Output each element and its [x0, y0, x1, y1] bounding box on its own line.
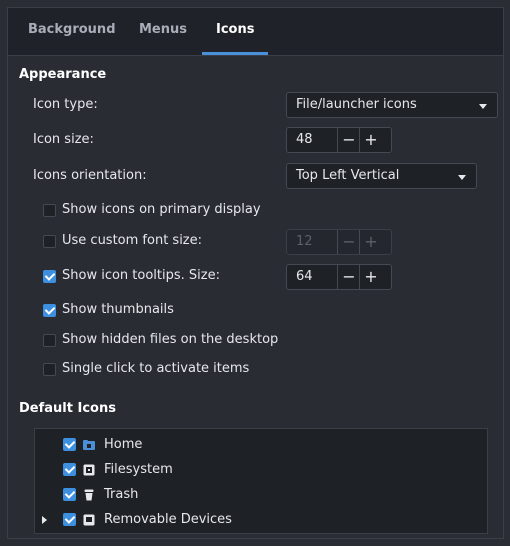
- checkbox-box[interactable]: [43, 334, 56, 347]
- icon-size-increment-button[interactable]: +: [359, 128, 382, 152]
- checkbox-box[interactable]: [43, 363, 56, 376]
- checkbox-box[interactable]: [63, 488, 76, 501]
- list-item-label: Trash: [104, 487, 139, 502]
- checkbox-box[interactable]: [63, 438, 76, 451]
- tab-background[interactable]: Background: [28, 22, 116, 37]
- tab-bar: Background Menus Icons: [8, 8, 503, 56]
- folder-home-icon: [83, 440, 95, 450]
- icon-size-stepper[interactable]: 48 − +: [286, 127, 392, 153]
- icon-type-label: Icon type:: [33, 97, 98, 112]
- appearance-section-title: Appearance: [19, 67, 107, 82]
- trash-icon: [84, 489, 94, 501]
- removable-drive-icon: [83, 514, 95, 526]
- settings-window: Background Menus Icons Appearance Icon t…: [7, 7, 504, 539]
- checkbox-box[interactable]: [43, 204, 56, 217]
- expand-arrow-icon[interactable]: [42, 516, 47, 524]
- list-item-label: Removable Devices: [104, 512, 232, 527]
- list-item-trash[interactable]: Trash: [35, 485, 487, 505]
- icon-size-value[interactable]: 48: [296, 132, 313, 147]
- tooltip-size-increment-button[interactable]: +: [359, 265, 382, 289]
- orientation-value: Top Left Vertical: [296, 168, 400, 183]
- tooltip-size-decrement-button[interactable]: −: [337, 265, 360, 289]
- orientation-dropdown[interactable]: Top Left Vertical: [286, 163, 477, 189]
- active-tab-indicator: [202, 52, 268, 55]
- single-click-label: Single click to activate items: [62, 361, 250, 376]
- icon-size-label: Icon size:: [33, 132, 94, 147]
- checkbox-box[interactable]: [43, 270, 56, 283]
- list-item-home[interactable]: Home: [35, 435, 487, 455]
- checkbox-box[interactable]: [43, 304, 56, 317]
- custom-font-size-label: Use custom font size:: [62, 233, 203, 248]
- tab-icons[interactable]: Icons: [216, 22, 254, 37]
- tooltip-size-value[interactable]: 64: [296, 269, 313, 284]
- font-size-increment-button: +: [359, 230, 382, 254]
- font-size-value: 12: [296, 234, 313, 249]
- thumbnails-label: Show thumbnails: [62, 302, 174, 317]
- font-size-stepper: 12 − +: [286, 229, 392, 255]
- list-item-filesystem[interactable]: Filesystem: [35, 460, 487, 480]
- hidden-files-label: Show hidden files on the desktop: [62, 332, 279, 347]
- show-primary-display-label: Show icons on primary display: [62, 202, 261, 217]
- default-icons-list[interactable]: Home Filesystem Trash Removable Devices: [34, 428, 488, 534]
- checkbox-box[interactable]: [43, 235, 56, 248]
- list-item-removable-devices[interactable]: Removable Devices: [35, 510, 487, 530]
- default-icons-section-title: Default Icons: [19, 401, 116, 416]
- icon-type-dropdown[interactable]: File/launcher icons: [286, 92, 498, 118]
- chevron-down-icon: [479, 104, 487, 109]
- checkbox-box[interactable]: [63, 513, 76, 526]
- icon-type-value: File/launcher icons: [296, 97, 417, 112]
- list-item-label: Home: [104, 437, 143, 452]
- tab-menus[interactable]: Menus: [139, 22, 187, 37]
- chevron-down-icon: [458, 175, 466, 180]
- icon-size-decrement-button[interactable]: −: [337, 128, 360, 152]
- font-size-decrement-button: −: [337, 230, 360, 254]
- drive-icon: [83, 464, 95, 476]
- tooltips-label: Show icon tooltips. Size:: [62, 268, 220, 283]
- checkbox-box[interactable]: [63, 463, 76, 476]
- list-item-label: Filesystem: [104, 462, 173, 477]
- orientation-label: Icons orientation:: [33, 168, 147, 183]
- tooltip-size-stepper[interactable]: 64 − +: [286, 264, 392, 290]
